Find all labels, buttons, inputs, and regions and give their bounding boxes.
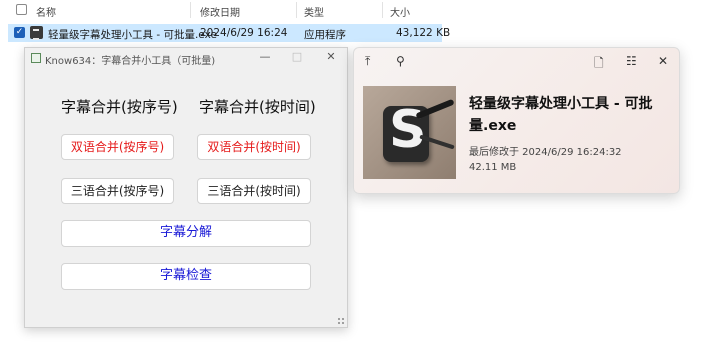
file-modified: 2024/6/29 16:24 [200, 27, 288, 39]
close-icon[interactable]: ✕ [658, 54, 668, 68]
file-name: 轻量级字幕处理小工具 - 可批量.exe [48, 29, 217, 41]
app-thumbnail: S [363, 86, 456, 179]
preview-modified: 最后修改于 2024/6/29 16:24:32 [469, 147, 622, 158]
column-modified[interactable]: 修改日期 [200, 4, 240, 19]
column-name[interactable]: 名称 [36, 4, 56, 19]
file-type: 应用程序 [304, 29, 346, 41]
document-icon[interactable]: 🗋 [594, 54, 604, 75]
subtitle-split-button[interactable]: 字幕分解 [61, 220, 311, 247]
app-icon [31, 53, 41, 63]
minimize-button[interactable]: — [257, 50, 273, 63]
column-size[interactable]: 大小 [390, 4, 410, 19]
close-button[interactable]: ✕ [323, 50, 339, 63]
maximize-button[interactable]: □ [289, 50, 305, 63]
select-all-checkbox[interactable] [16, 4, 27, 15]
bilingual-merge-seq-button[interactable]: 双语合并(按序号) [61, 134, 174, 160]
column-type[interactable]: 类型 [304, 4, 324, 19]
trilingual-merge-time-button[interactable]: 三语合并(按时间) [197, 178, 311, 204]
resize-grip[interactable] [337, 317, 345, 325]
list-icon[interactable]: ☷ [626, 54, 637, 68]
column-header-row: 名称 修改日期 类型 大小 [0, 0, 720, 20]
exe-file-icon [30, 26, 43, 40]
trilingual-merge-seq-button[interactable]: 三语合并(按序号) [61, 178, 174, 204]
heading-merge-by-time: 字幕合并(按时间) [199, 98, 316, 116]
heading-merge-by-seq: 字幕合并(按序号) [61, 98, 178, 116]
window-title: Know634：字幕合并小工具（可批量) [45, 56, 216, 67]
row-checkbox[interactable]: ✓ [14, 27, 25, 38]
file-row-selected[interactable]: ✓ 轻量级字幕处理小工具 - 可批量.exe 2024/6/29 16:24 应… [8, 24, 450, 42]
preview-file-name: 轻量级字幕处理小工具 - 可批量.exe [469, 96, 653, 134]
bilingual-merge-time-button[interactable]: 双语合并(按时间) [197, 134, 311, 160]
subtitle-tool-window: Know634：字幕合并小工具（可批量) — □ ✕ 字幕合并(按序号) 字幕合… [24, 47, 348, 328]
export-icon[interactable]: ⤒ [365, 54, 370, 69]
pin-icon[interactable]: ⚲ [396, 54, 405, 68]
subtitle-check-button[interactable]: 字幕检查 [61, 263, 311, 290]
window-titlebar[interactable]: Know634：字幕合并小工具（可批量) — □ ✕ [25, 48, 347, 68]
preview-size: 42.11 MB [469, 162, 517, 173]
file-preview-card: ⤒ ⚲ 🗋 ☷ ✕ S 轻量级字幕处理小工具 - 可批量.exe 最后修改于 2… [353, 47, 680, 194]
file-size: 43,122 KB [396, 27, 451, 39]
